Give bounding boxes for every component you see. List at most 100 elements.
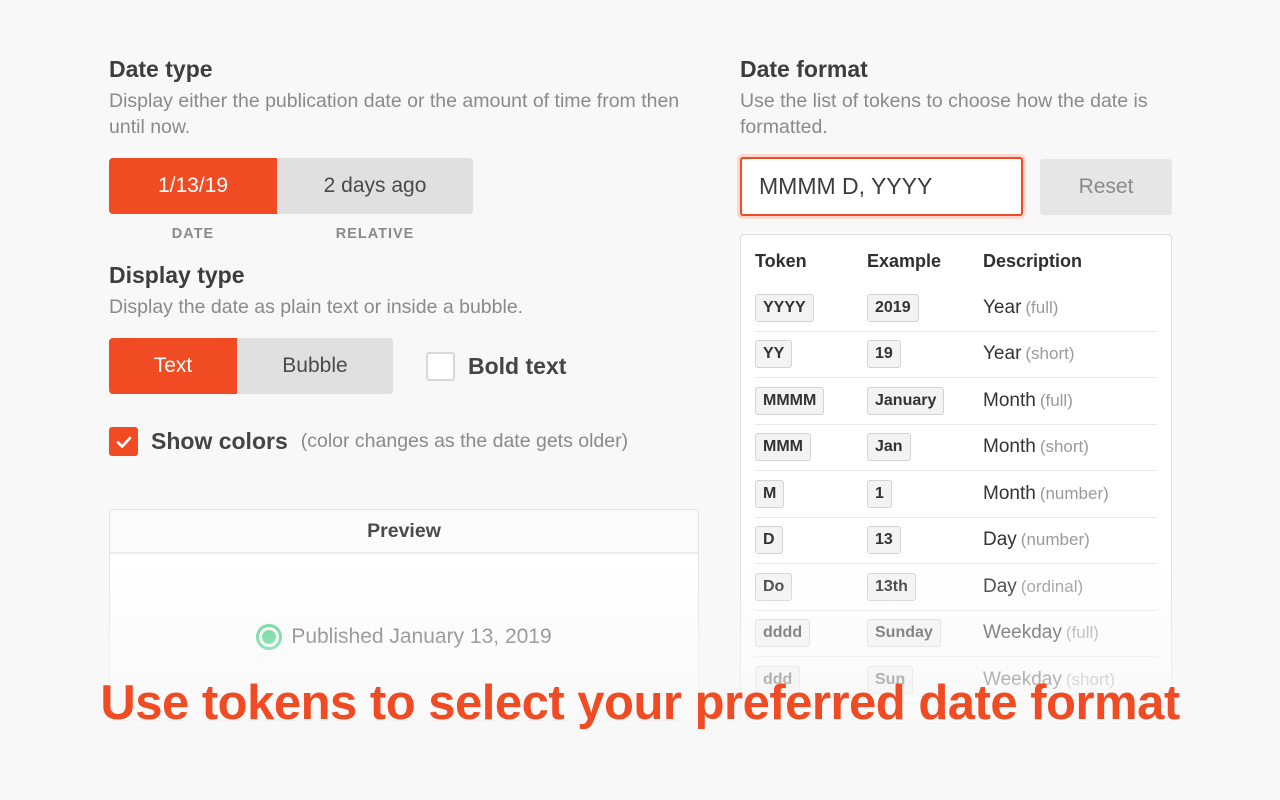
token-row: MMMM January Month (full) (755, 378, 1157, 425)
date-format-description: Use the list of tokens to choose how the… (740, 90, 1148, 138)
date-option-button[interactable]: 1/13/19 (109, 158, 277, 214)
description-text: Weekday (983, 622, 1062, 644)
date-format-input[interactable] (740, 157, 1023, 216)
relative-option-label: RELATIVE (335, 226, 415, 242)
token-row: YYYY 2019 Year (full) (755, 285, 1157, 332)
text-option-button[interactable]: Text (109, 338, 237, 394)
token-table-rows: YYYY 2019 Year (full) YY 19 Year (short) MMMM Jan… (755, 285, 1157, 704)
description-cell: Day (ordinal) (983, 576, 1157, 598)
description-text: Month (983, 436, 1036, 458)
description-note: (full) (1025, 297, 1059, 317)
description-note: (full) (1065, 623, 1099, 643)
description-note: (short) (1039, 437, 1089, 457)
example-chip: Sunday (867, 619, 941, 648)
checkmark-icon (116, 436, 131, 448)
settings-right-column: Date format Use the list of tokens to ch… (740, 54, 1172, 216)
description-cell: Year (short) (983, 343, 1157, 365)
token-chip[interactable]: MMM (755, 433, 811, 462)
token-chip[interactable]: dddd (755, 619, 811, 648)
bold-text-checkbox[interactable] (426, 351, 455, 381)
promo-caption: Use tokens to select your preferred date… (100, 676, 1180, 730)
display-type-title: Display type (109, 262, 245, 288)
show-colors-checkbox[interactable] (109, 427, 138, 456)
description-column-header: Description (983, 250, 1083, 271)
show-colors-option: Show colors (color changes as the date g… (109, 427, 699, 456)
token-chip[interactable]: YY (755, 340, 793, 369)
token-row: M 1 Month (number) (755, 471, 1157, 518)
relative-option-button[interactable]: 2 days ago (277, 158, 473, 214)
example-chip: 1 (867, 479, 892, 508)
description-text: Day (983, 575, 1017, 597)
preview-title: Preview (110, 510, 698, 554)
example-chip: 2019 (867, 293, 919, 322)
token-chip[interactable]: MMMM (755, 386, 825, 415)
token-cell: M (755, 479, 867, 508)
description-text: Month (983, 482, 1036, 504)
date-type-toggle: 1/13/19 2 days ago (109, 158, 473, 214)
date-type-description: Display either the publication date or t… (109, 90, 680, 138)
description-note: (number) (1039, 483, 1109, 503)
description-cell: Month (number) (983, 483, 1157, 505)
example-chip: 13 (867, 526, 901, 555)
description-text: Month (983, 389, 1036, 411)
token-cell: Do (755, 572, 867, 601)
description-cell: Weekday (full) (983, 622, 1157, 644)
example-cell: 1 (867, 479, 983, 508)
token-cell: MMM (755, 433, 867, 462)
example-chip: Jan (867, 433, 911, 462)
token-table: Token Example Description YYYY 2019 Year (f… (740, 234, 1172, 724)
status-dot-icon (256, 624, 283, 650)
token-column-header: Token (755, 250, 807, 271)
example-cell: January (867, 386, 983, 415)
settings-left-column: Date type Display either the publication… (109, 54, 699, 456)
token-chip[interactable]: YYYY (755, 293, 814, 322)
token-row: Do 13th Day (ordinal) (755, 564, 1157, 611)
example-chip: January (867, 386, 945, 415)
token-chip[interactable]: Do (755, 572, 793, 601)
display-type-row: Text Bubble Bold text (109, 338, 699, 394)
token-cell: MMMM (755, 386, 867, 415)
reset-button[interactable]: Reset (1040, 158, 1172, 215)
token-cell: YY (755, 340, 867, 369)
show-colors-note: (color changes as the date gets older) (300, 430, 629, 452)
description-note: (full) (1039, 390, 1073, 410)
example-cell: Jan (867, 433, 983, 462)
example-chip: 13th (867, 572, 916, 601)
token-row: D 13 Day (number) (755, 518, 1157, 564)
bold-text-label[interactable]: Bold text (468, 353, 566, 380)
token-cell: dddd (755, 619, 867, 648)
description-text: Year (983, 296, 1022, 318)
date-type-title: Date type (109, 56, 213, 82)
description-text: Day (983, 529, 1017, 551)
preview-date-line: Published January 13, 2019 (256, 624, 552, 650)
description-text: Year (983, 343, 1022, 365)
example-cell: 13 (867, 526, 983, 555)
token-cell: YYYY (755, 293, 867, 322)
token-table-header: Token Example Description (755, 235, 1157, 285)
example-cell: Sunday (867, 619, 983, 648)
token-chip[interactable]: D (755, 526, 783, 555)
description-note: (ordinal) (1020, 576, 1084, 596)
description-cell: Day (number) (983, 529, 1157, 551)
token-row: YY 19 Year (short) (755, 332, 1157, 378)
date-type-labels: DATE RELATIVE (109, 226, 473, 242)
token-cell: D (755, 526, 867, 555)
token-row: dddd Sunday Weekday (full) (755, 611, 1157, 657)
date-format-row: Reset (740, 157, 1172, 216)
date-format-title: Date format (740, 56, 868, 82)
show-colors-label[interactable]: Show colors (151, 428, 288, 455)
example-column-header: Example (867, 250, 942, 271)
preview-date-text: Published January 13, 2019 (291, 625, 552, 648)
token-row: MMM Jan Month (short) (755, 425, 1157, 471)
bubble-option-button[interactable]: Bubble (237, 338, 393, 394)
example-chip: 19 (867, 340, 901, 369)
token-chip[interactable]: M (755, 479, 785, 508)
display-type-description: Display the date as plain text or inside… (109, 296, 524, 318)
description-cell: Year (full) (983, 297, 1157, 319)
display-type-toggle: Text Bubble (109, 338, 393, 394)
description-cell: Month (short) (983, 436, 1157, 458)
description-note: (number) (1020, 530, 1090, 550)
example-cell: 13th (867, 572, 983, 601)
example-cell: 19 (867, 340, 983, 369)
description-note: (short) (1025, 344, 1075, 364)
